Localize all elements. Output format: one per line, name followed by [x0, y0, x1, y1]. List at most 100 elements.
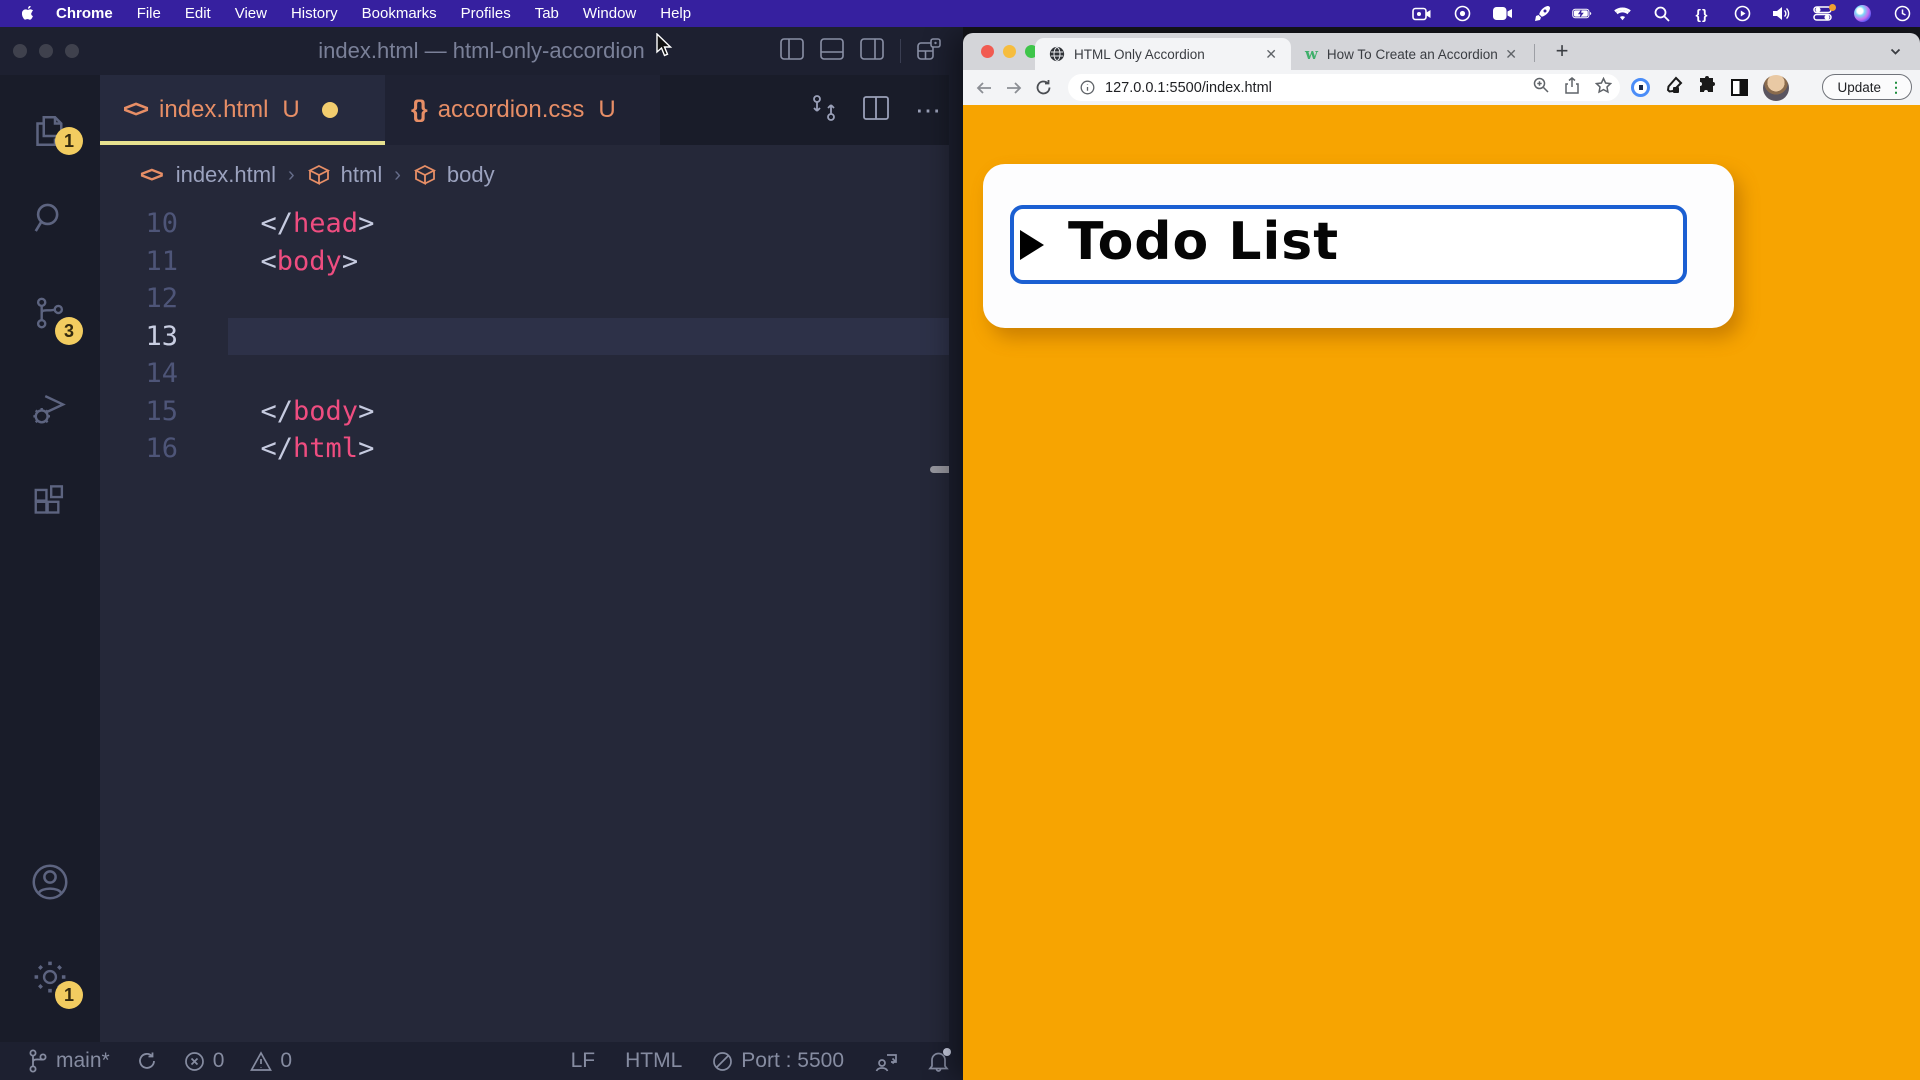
activity-search[interactable] — [0, 170, 100, 265]
menu-item-history[interactable]: History — [279, 5, 350, 22]
activity-source-control[interactable]: 3 — [0, 265, 100, 360]
wifi-icon[interactable] — [1612, 0, 1632, 27]
menu-item-edit[interactable]: Edit — [173, 5, 223, 22]
forward-button[interactable] — [1005, 80, 1023, 96]
profile-avatar[interactable] — [1763, 75, 1789, 101]
vscode-title-bar[interactable]: index.html — html-only-accordion — [0, 27, 963, 75]
accordion-summary[interactable]: Todo List — [1010, 205, 1687, 284]
activity-explorer[interactable]: 1 — [0, 75, 100, 170]
menu-item-file[interactable]: File — [125, 5, 173, 22]
code-line-14[interactable]: 14 — [100, 355, 963, 393]
more-actions-icon[interactable]: ⋯ — [915, 95, 943, 126]
volume-icon[interactable] — [1772, 0, 1792, 27]
open-changes-icon[interactable] — [811, 94, 837, 127]
customize-layout-icon[interactable] — [917, 38, 941, 65]
notifications-bell[interactable] — [928, 1050, 949, 1072]
language-status[interactable]: HTML — [625, 1049, 682, 1073]
apple-menu-icon[interactable] — [22, 6, 36, 22]
battery-icon[interactable] — [1572, 0, 1592, 27]
line-content[interactable] — [196, 355, 963, 393]
dirty-indicator[interactable] — [322, 102, 338, 118]
sync-status[interactable] — [136, 1050, 158, 1072]
line-content[interactable]: <body> — [196, 243, 963, 281]
code-line-13[interactable]: 13 — [100, 318, 963, 356]
activity-run-debug[interactable] — [0, 360, 100, 455]
tab-index-html[interactable]: <> index.html U — [100, 75, 385, 145]
update-button[interactable]: Update ⋮ — [1822, 74, 1912, 100]
menu-item-window[interactable]: Window — [571, 5, 648, 22]
line-content[interactable]: </html> — [196, 430, 963, 468]
code-line-15[interactable]: 15 </body> — [100, 393, 963, 431]
reload-button[interactable] — [1035, 79, 1052, 96]
video-camera-icon[interactable] — [1492, 0, 1512, 27]
activity-accounts[interactable] — [0, 834, 100, 929]
siri-icon[interactable] — [1852, 0, 1872, 27]
new-tab-button[interactable]: + — [1547, 35, 1577, 67]
warnings-status[interactable]: 0 — [250, 1049, 292, 1073]
screen-record-icon[interactable] — [1412, 0, 1432, 27]
menu-item-chrome[interactable]: Chrome — [44, 5, 125, 22]
toggle-panel-icon[interactable] — [820, 38, 844, 65]
activity-extensions[interactable] — [0, 455, 100, 550]
chrome-tab-active[interactable]: HTML Only Accordion ✕ — [1035, 38, 1291, 70]
chrome-menu-dots-icon[interactable]: ⋮ — [1889, 79, 1903, 96]
clock-icon[interactable] — [1892, 0, 1912, 27]
code-line-11[interactable]: 11 <body> — [100, 243, 963, 281]
globe-favicon — [1049, 46, 1065, 62]
menu-item-view[interactable]: View — [223, 5, 279, 22]
address-bar[interactable]: 127.0.0.1:5500/index.html — [1068, 74, 1620, 101]
eol-status[interactable]: LF — [571, 1049, 596, 1073]
line-content[interactable]: </body> — [196, 393, 963, 431]
line-content[interactable]: </head> — [196, 205, 963, 243]
toggle-secondary-sidebar-icon[interactable] — [860, 38, 884, 65]
tab-accordion-css[interactable]: {} accordion.css U — [385, 75, 660, 145]
line-content[interactable] — [196, 318, 963, 356]
details-marker-icon[interactable] — [1020, 230, 1044, 260]
chrome-traffic-lights[interactable] — [981, 45, 1038, 58]
privacy-extension-icon[interactable] — [1631, 78, 1650, 97]
bookmark-star-icon[interactable] — [1595, 77, 1612, 99]
tab-modified-letter: U — [598, 96, 615, 124]
code-line-12[interactable]: 12 — [100, 280, 963, 318]
breadcrumb-item-html[interactable]: html — [341, 162, 383, 188]
dark-mode-extension-icon[interactable] — [1731, 79, 1748, 96]
code-editor[interactable]: 10 </head>11 <body>12131415 </body>16 </… — [100, 205, 963, 1042]
menu-item-bookmarks[interactable]: Bookmarks — [350, 5, 449, 22]
close-tab-icon[interactable]: ✕ — [1501, 46, 1521, 63]
git-branch-status[interactable]: main* — [28, 1049, 110, 1073]
line-number: 10 — [100, 205, 196, 243]
extensions-puzzle-icon[interactable] — [1698, 76, 1716, 99]
close-tab-icon[interactable]: ✕ — [1261, 46, 1281, 63]
tab-search-chevron-icon[interactable] — [1889, 45, 1902, 58]
breadcrumb-item-file[interactable]: index.html — [176, 162, 276, 188]
braces-menu-icon[interactable]: {} — [1692, 0, 1712, 27]
search-icon[interactable] — [1652, 0, 1672, 27]
menu-item-help[interactable]: Help — [648, 5, 703, 22]
minimize-window-button[interactable] — [1003, 45, 1016, 58]
record-dot-icon[interactable] — [1452, 0, 1472, 27]
close-window-button[interactable] — [981, 45, 994, 58]
activity-settings[interactable]: 1 — [0, 929, 100, 1024]
back-button[interactable] — [975, 80, 993, 96]
errors-status[interactable]: 0 — [184, 1049, 225, 1073]
zoom-icon[interactable] — [1533, 77, 1549, 98]
play-circle-icon[interactable] — [1732, 0, 1752, 27]
breadcrumb-item-body[interactable]: body — [447, 162, 495, 188]
url-text[interactable]: 127.0.0.1:5500/index.html — [1105, 80, 1533, 96]
menu-item-profiles[interactable]: Profiles — [449, 5, 523, 22]
code-line-16[interactable]: 16 </html> — [100, 430, 963, 468]
site-info-icon[interactable] — [1080, 80, 1095, 95]
remote-explorer-status[interactable] — [874, 1050, 898, 1072]
rocket-icon[interactable] — [1532, 0, 1552, 27]
share-icon[interactable] — [1565, 77, 1579, 99]
live-server-port-status[interactable]: Port : 5500 — [712, 1049, 844, 1073]
macos-menu-bar: ChromeFileEditViewHistoryBookmarksProfil… — [0, 0, 1920, 27]
line-content[interactable] — [196, 280, 963, 318]
split-editor-icon[interactable] — [863, 96, 889, 125]
code-line-10[interactable]: 10 </head> — [100, 205, 963, 243]
menu-item-tab[interactable]: Tab — [523, 5, 571, 22]
chrome-tab-inactive[interactable]: w How To Create an Accordion ✕ — [1295, 38, 1527, 70]
control-center-icon[interactable] — [1812, 0, 1832, 27]
eyedropper-extension-icon[interactable] — [1665, 76, 1683, 99]
toggle-sidebar-icon[interactable] — [780, 38, 804, 65]
